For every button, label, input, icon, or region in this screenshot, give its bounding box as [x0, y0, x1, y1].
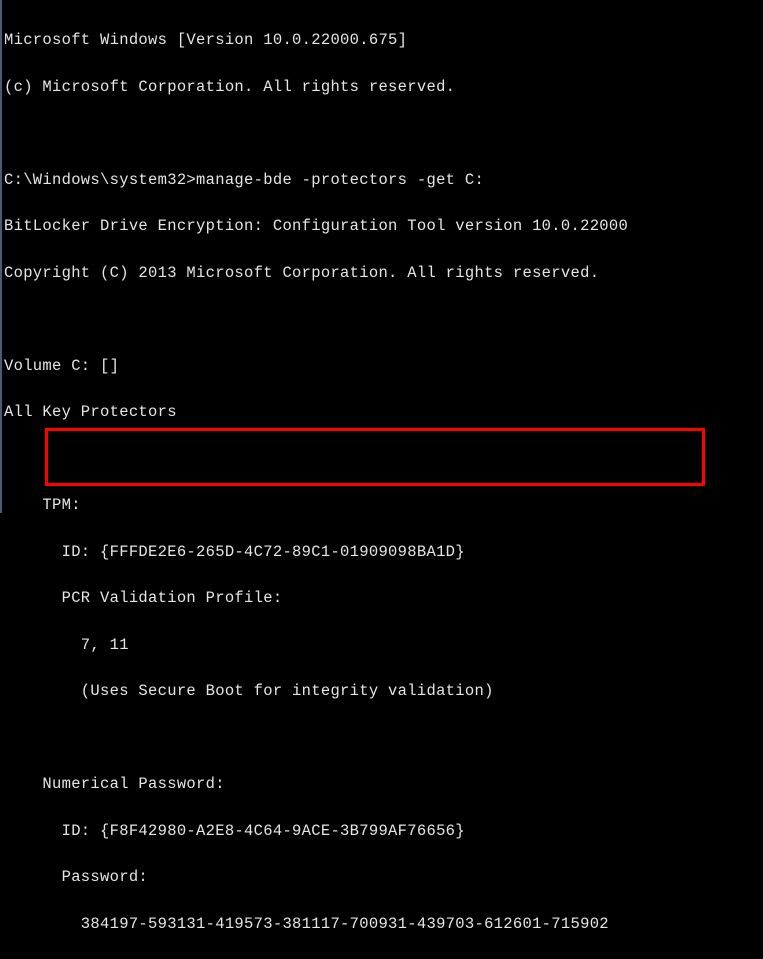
- copyright-line: (c) Microsoft Corporation. All rights re…: [4, 76, 763, 99]
- password-value-line: 384197-593131-419573-381117-700931-43970…: [4, 913, 763, 936]
- tpm-id-line: ID: {FFFDE2E6-265D-4C72-89C1-01909098BA1…: [4, 541, 763, 564]
- blank-line: [4, 308, 763, 331]
- command-text: manage-bde -protectors -get C:: [196, 171, 484, 189]
- prompt: C:\Windows\system32>: [4, 171, 196, 189]
- tpm-pcr-label-line: PCR Validation Profile:: [4, 587, 763, 610]
- tpm-pcr-values-line: 7, 11: [4, 634, 763, 657]
- numerical-id-line: ID: {F8F42980-A2E8-4C64-9ACE-3B799AF7665…: [4, 820, 763, 843]
- blank-line: [4, 122, 763, 145]
- blank-line: [4, 727, 763, 750]
- tpm-label-line: TPM:: [4, 494, 763, 517]
- tpm-note-line: (Uses Secure Boot for integrity validati…: [4, 680, 763, 703]
- window-border-left: [0, 0, 2, 513]
- blank-line: [4, 448, 763, 471]
- tool-copyright-line: Copyright (C) 2013 Microsoft Corporation…: [4, 262, 763, 285]
- password-label-line: Password:: [4, 866, 763, 889]
- protectors-header-line: All Key Protectors: [4, 401, 763, 424]
- terminal-output[interactable]: Microsoft Windows [Version 10.0.22000.67…: [0, 0, 763, 959]
- windows-version-line: Microsoft Windows [Version 10.0.22000.67…: [4, 29, 763, 52]
- command-line: C:\Windows\system32>manage-bde -protecto…: [4, 169, 763, 192]
- volume-line: Volume C: []: [4, 355, 763, 378]
- tool-title-line: BitLocker Drive Encryption: Configuratio…: [4, 215, 763, 238]
- numerical-label-line: Numerical Password:: [4, 773, 763, 796]
